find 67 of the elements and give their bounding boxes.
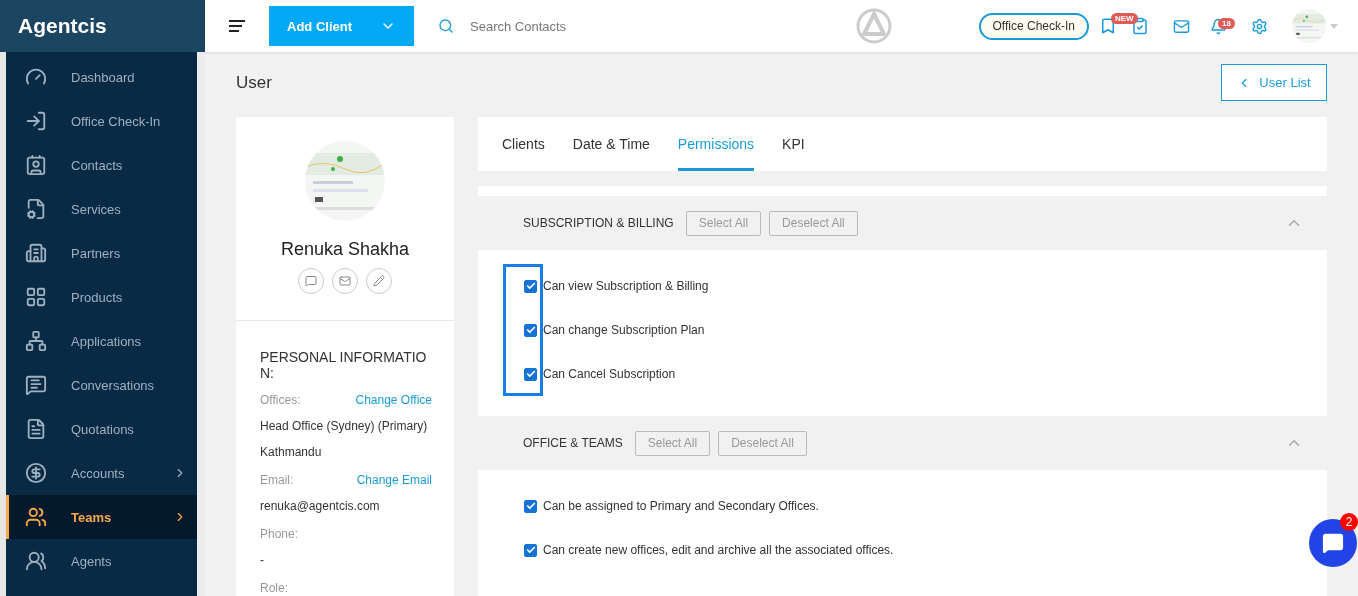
permission-label: Can change Subscription Plan [543, 323, 705, 337]
page-title: User [236, 72, 272, 93]
bookmark-icon[interactable] [1099, 17, 1117, 35]
sidebar-item[interactable]: Teams [6, 495, 197, 539]
user-name: Renuka Shakha [280, 239, 410, 260]
permission-label: Can be assigned to Primary and Secondary Offices. [543, 499, 819, 513]
building-icon [25, 242, 47, 264]
sidebar-item[interactable]: Quotations [6, 407, 197, 451]
document-gear-icon [25, 198, 47, 220]
sidebar-item[interactable]: Products [6, 275, 197, 319]
sidebar-item[interactable]: Partners [6, 231, 197, 275]
mail-icon[interactable] [1173, 17, 1190, 35]
checkbox[interactable] [524, 279, 537, 293]
login-icon [25, 110, 47, 132]
section-title: PERSONAL INFORMATION: [260, 349, 428, 381]
field-label: Phone: [260, 527, 299, 541]
field-value: - [260, 553, 265, 567]
field-label: Role: [260, 581, 288, 595]
settings-icon[interactable] [1251, 17, 1268, 35]
chat-icon [25, 374, 47, 396]
chat-icon [305, 275, 317, 287]
message-button[interactable] [298, 268, 324, 294]
menu-icon[interactable] [229, 20, 245, 32]
field-value: Head Office (Sydney) (Primary) [260, 419, 429, 433]
office-check-in-button[interactable]: Office Check-In [978, 12, 1089, 40]
tab[interactable]: Date & Time [572, 117, 650, 171]
sidebar-item[interactable]: Conversations [6, 363, 197, 407]
checkbox[interactable] [524, 499, 537, 513]
users-icon [25, 506, 47, 528]
field-value: renuka@agentcis.com [260, 499, 381, 513]
mail-icon [339, 275, 351, 287]
field-value: Kathmandu [260, 445, 323, 459]
email-button[interactable] [332, 268, 358, 294]
brand-logo[interactable]: Agentcis [0, 0, 205, 52]
sidebar-item[interactable]: Services [6, 187, 197, 231]
checkbox[interactable] [524, 367, 537, 381]
network-icon [25, 330, 47, 352]
field-label: Email: [260, 473, 294, 487]
notification-badge: 18 [1218, 17, 1235, 29]
sidebar-item[interactable]: Agents [6, 539, 197, 583]
sidebar-item[interactable]: Office Check-In [6, 99, 197, 143]
sidebar-item[interactable]: Dashboard [6, 55, 197, 99]
permission-label: Can Cancel Subscription [543, 367, 676, 381]
edit-button[interactable] [366, 268, 392, 294]
chat-count-badge: 2 [1340, 513, 1358, 531]
checkbox[interactable] [524, 323, 537, 337]
contact-card-icon [25, 154, 47, 176]
grid-icon [25, 286, 47, 308]
sidebar-item[interactable]: Contacts [6, 143, 197, 187]
logo-icon [856, 8, 892, 44]
group-icon [25, 550, 47, 572]
sidebar-item[interactable]: Applications [6, 319, 197, 363]
tab[interactable]: KPI [782, 117, 805, 171]
tab[interactable]: Clients [502, 117, 545, 171]
chat-icon [1322, 532, 1344, 554]
checkbox[interactable] [524, 543, 537, 557]
pencil-icon [373, 275, 385, 287]
dollar-icon [25, 462, 47, 484]
new-badge: NEW [1111, 13, 1138, 24]
sidebar-item[interactable]: Accounts [6, 451, 197, 495]
permission-label: Can view Subscription & Billing [543, 279, 709, 293]
search-icon[interactable] [438, 18, 454, 34]
field-label: Offices: [260, 393, 301, 407]
section-title: OFFICE & TEAMS [523, 436, 623, 450]
section-title: SUBSCRIPTION & BILLING [523, 216, 674, 230]
document-icon [25, 418, 47, 440]
permission-label: Can create new offices, edit and archive all the associated offices. [543, 543, 894, 557]
